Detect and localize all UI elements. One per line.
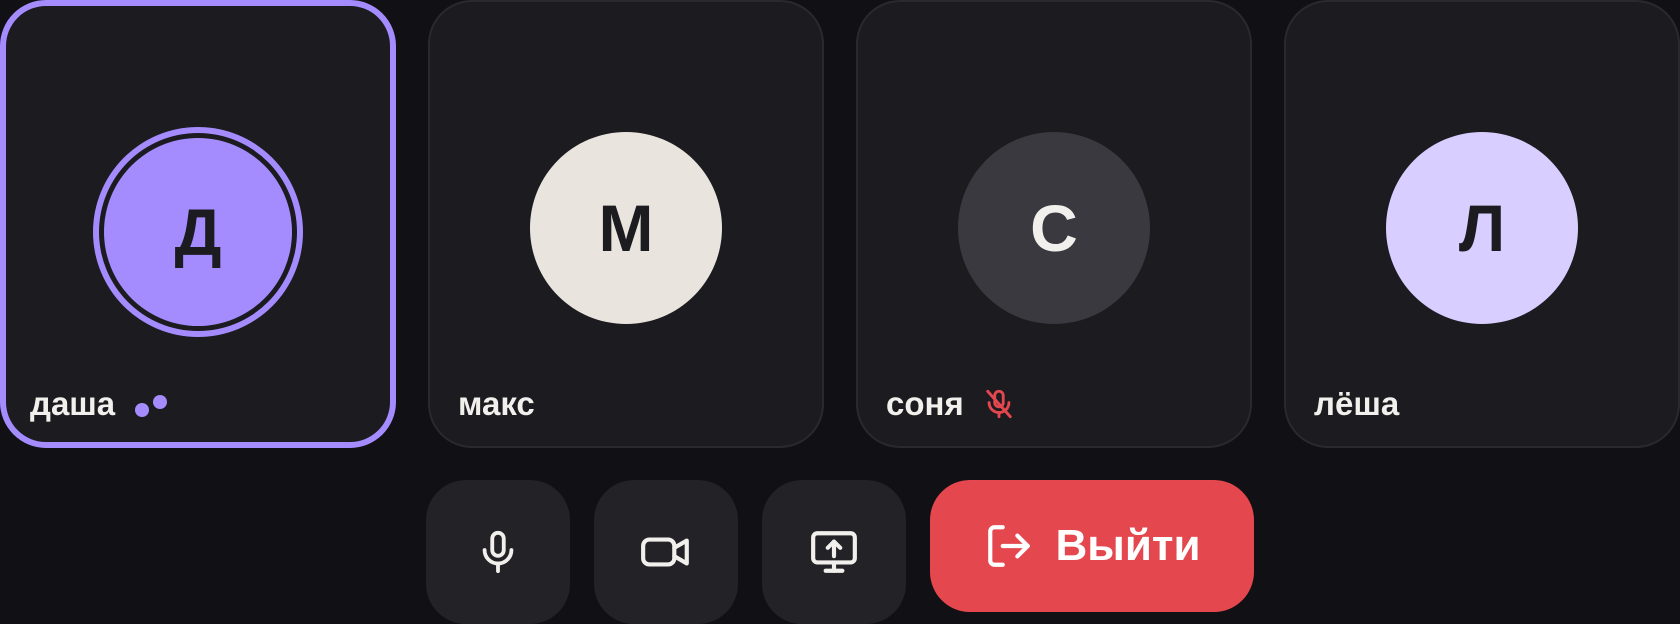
mic-toggle-button[interactable] [426,480,570,624]
screen-share-icon [808,527,860,577]
exit-icon [984,521,1034,571]
participant-tile-sonya[interactable]: С соня [856,0,1252,448]
avatar: С [958,132,1150,324]
microphone-muted-icon [982,386,1016,422]
avatar-initial: С [1030,191,1078,265]
avatar-initial: Д [174,195,222,269]
participant-name-row: макс [458,382,535,426]
participant-name: даша [30,385,116,422]
video-camera-icon [639,527,693,577]
leave-button-label: Выйти [1055,521,1201,570]
avatar-initial: М [598,191,654,265]
avatar-initial: Л [1458,191,1506,265]
participant-name-row: лёша [1314,382,1399,426]
participant-tile-dasha[interactable]: Д даша [0,0,396,448]
participant-name: соня [886,385,964,422]
microphone-icon [475,527,521,577]
screen-share-button[interactable] [762,480,906,624]
avatar: Д [104,138,292,326]
participant-tile-maks[interactable]: М макс [428,0,824,448]
call-stage: Д даша М макс С соня Л лёша Выйти [0,0,1680,624]
camera-toggle-button[interactable] [594,480,738,624]
participant-name-row: даша [30,382,169,426]
speaking-indicator-icon [133,389,169,419]
participant-name: макс [458,385,535,422]
leave-call-button[interactable]: Выйти [930,480,1254,612]
avatar: М [530,132,722,324]
participant-name-row: соня [886,382,1016,426]
participant-tile-lyosha[interactable]: Л лёша [1284,0,1680,448]
participant-name: лёша [1314,385,1400,422]
avatar: Л [1386,132,1578,324]
